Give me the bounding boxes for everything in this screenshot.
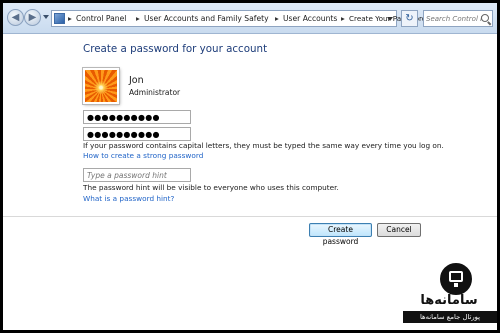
address-dropdown-icon[interactable] <box>387 17 393 21</box>
back-arrow-icon[interactable]: ◀ <box>7 9 24 26</box>
breadcrumb-user-accounts-family-safety[interactable]: User Accounts and Family Safety <box>144 13 269 24</box>
window: ◀ ▶ ▸ Control Panel ▸ User Accounts and … <box>3 3 497 330</box>
breadcrumb-separator[interactable]: ▸ <box>68 13 72 24</box>
capital-letters-note: If your password contains capital letter… <box>83 141 444 150</box>
search-box[interactable] <box>423 10 493 27</box>
refresh-icon[interactable]: ↻ <box>401 10 418 27</box>
breadcrumb-separator[interactable]: ▸ <box>136 13 140 24</box>
breadcrumb-separator[interactable]: ▸ <box>275 13 279 24</box>
strong-password-link[interactable]: How to create a strong password <box>83 151 203 160</box>
forward-arrow-icon[interactable]: ▶ <box>24 9 41 26</box>
create-password-button[interactable]: Create password <box>309 223 372 246</box>
watermark-subtitle: پورتال جامع سامانه‌ها <box>403 311 497 323</box>
user-name: Jon <box>129 75 144 86</box>
recent-pages-dropdown-icon[interactable] <box>43 15 49 19</box>
hint-visibility-note: The password hint will be visible to eve… <box>83 183 339 192</box>
cancel-button[interactable]: Cancel <box>377 223 421 237</box>
watermark-monitor-icon <box>449 271 463 287</box>
breadcrumb-control-panel[interactable]: Control Panel <box>76 13 126 24</box>
password-hint-field[interactable] <box>83 168 191 182</box>
breadcrumb-user-accounts[interactable]: User Accounts <box>283 13 337 24</box>
page-title: Create a password for your account <box>83 43 268 55</box>
control-panel-icon <box>54 13 65 24</box>
password-hint-link[interactable]: What is a password hint? <box>83 194 174 203</box>
user-role: Administrator <box>129 88 181 97</box>
divider <box>3 216 497 217</box>
search-icon[interactable] <box>481 14 489 22</box>
confirm-password-field[interactable] <box>83 127 191 141</box>
new-password-field[interactable] <box>83 110 191 124</box>
breadcrumb[interactable]: ▸ Control Panel ▸ User Accounts and Fami… <box>51 10 426 27</box>
search-input[interactable] <box>426 12 482 25</box>
address-bar: ◀ ▶ ▸ Control Panel ▸ User Accounts and … <box>3 3 497 34</box>
user-flower-avatar <box>83 68 119 104</box>
watermark-title: سامانه‌ها <box>420 293 478 308</box>
breadcrumb-separator[interactable]: ▸ <box>341 13 345 24</box>
watermark-logo <box>438 261 474 297</box>
